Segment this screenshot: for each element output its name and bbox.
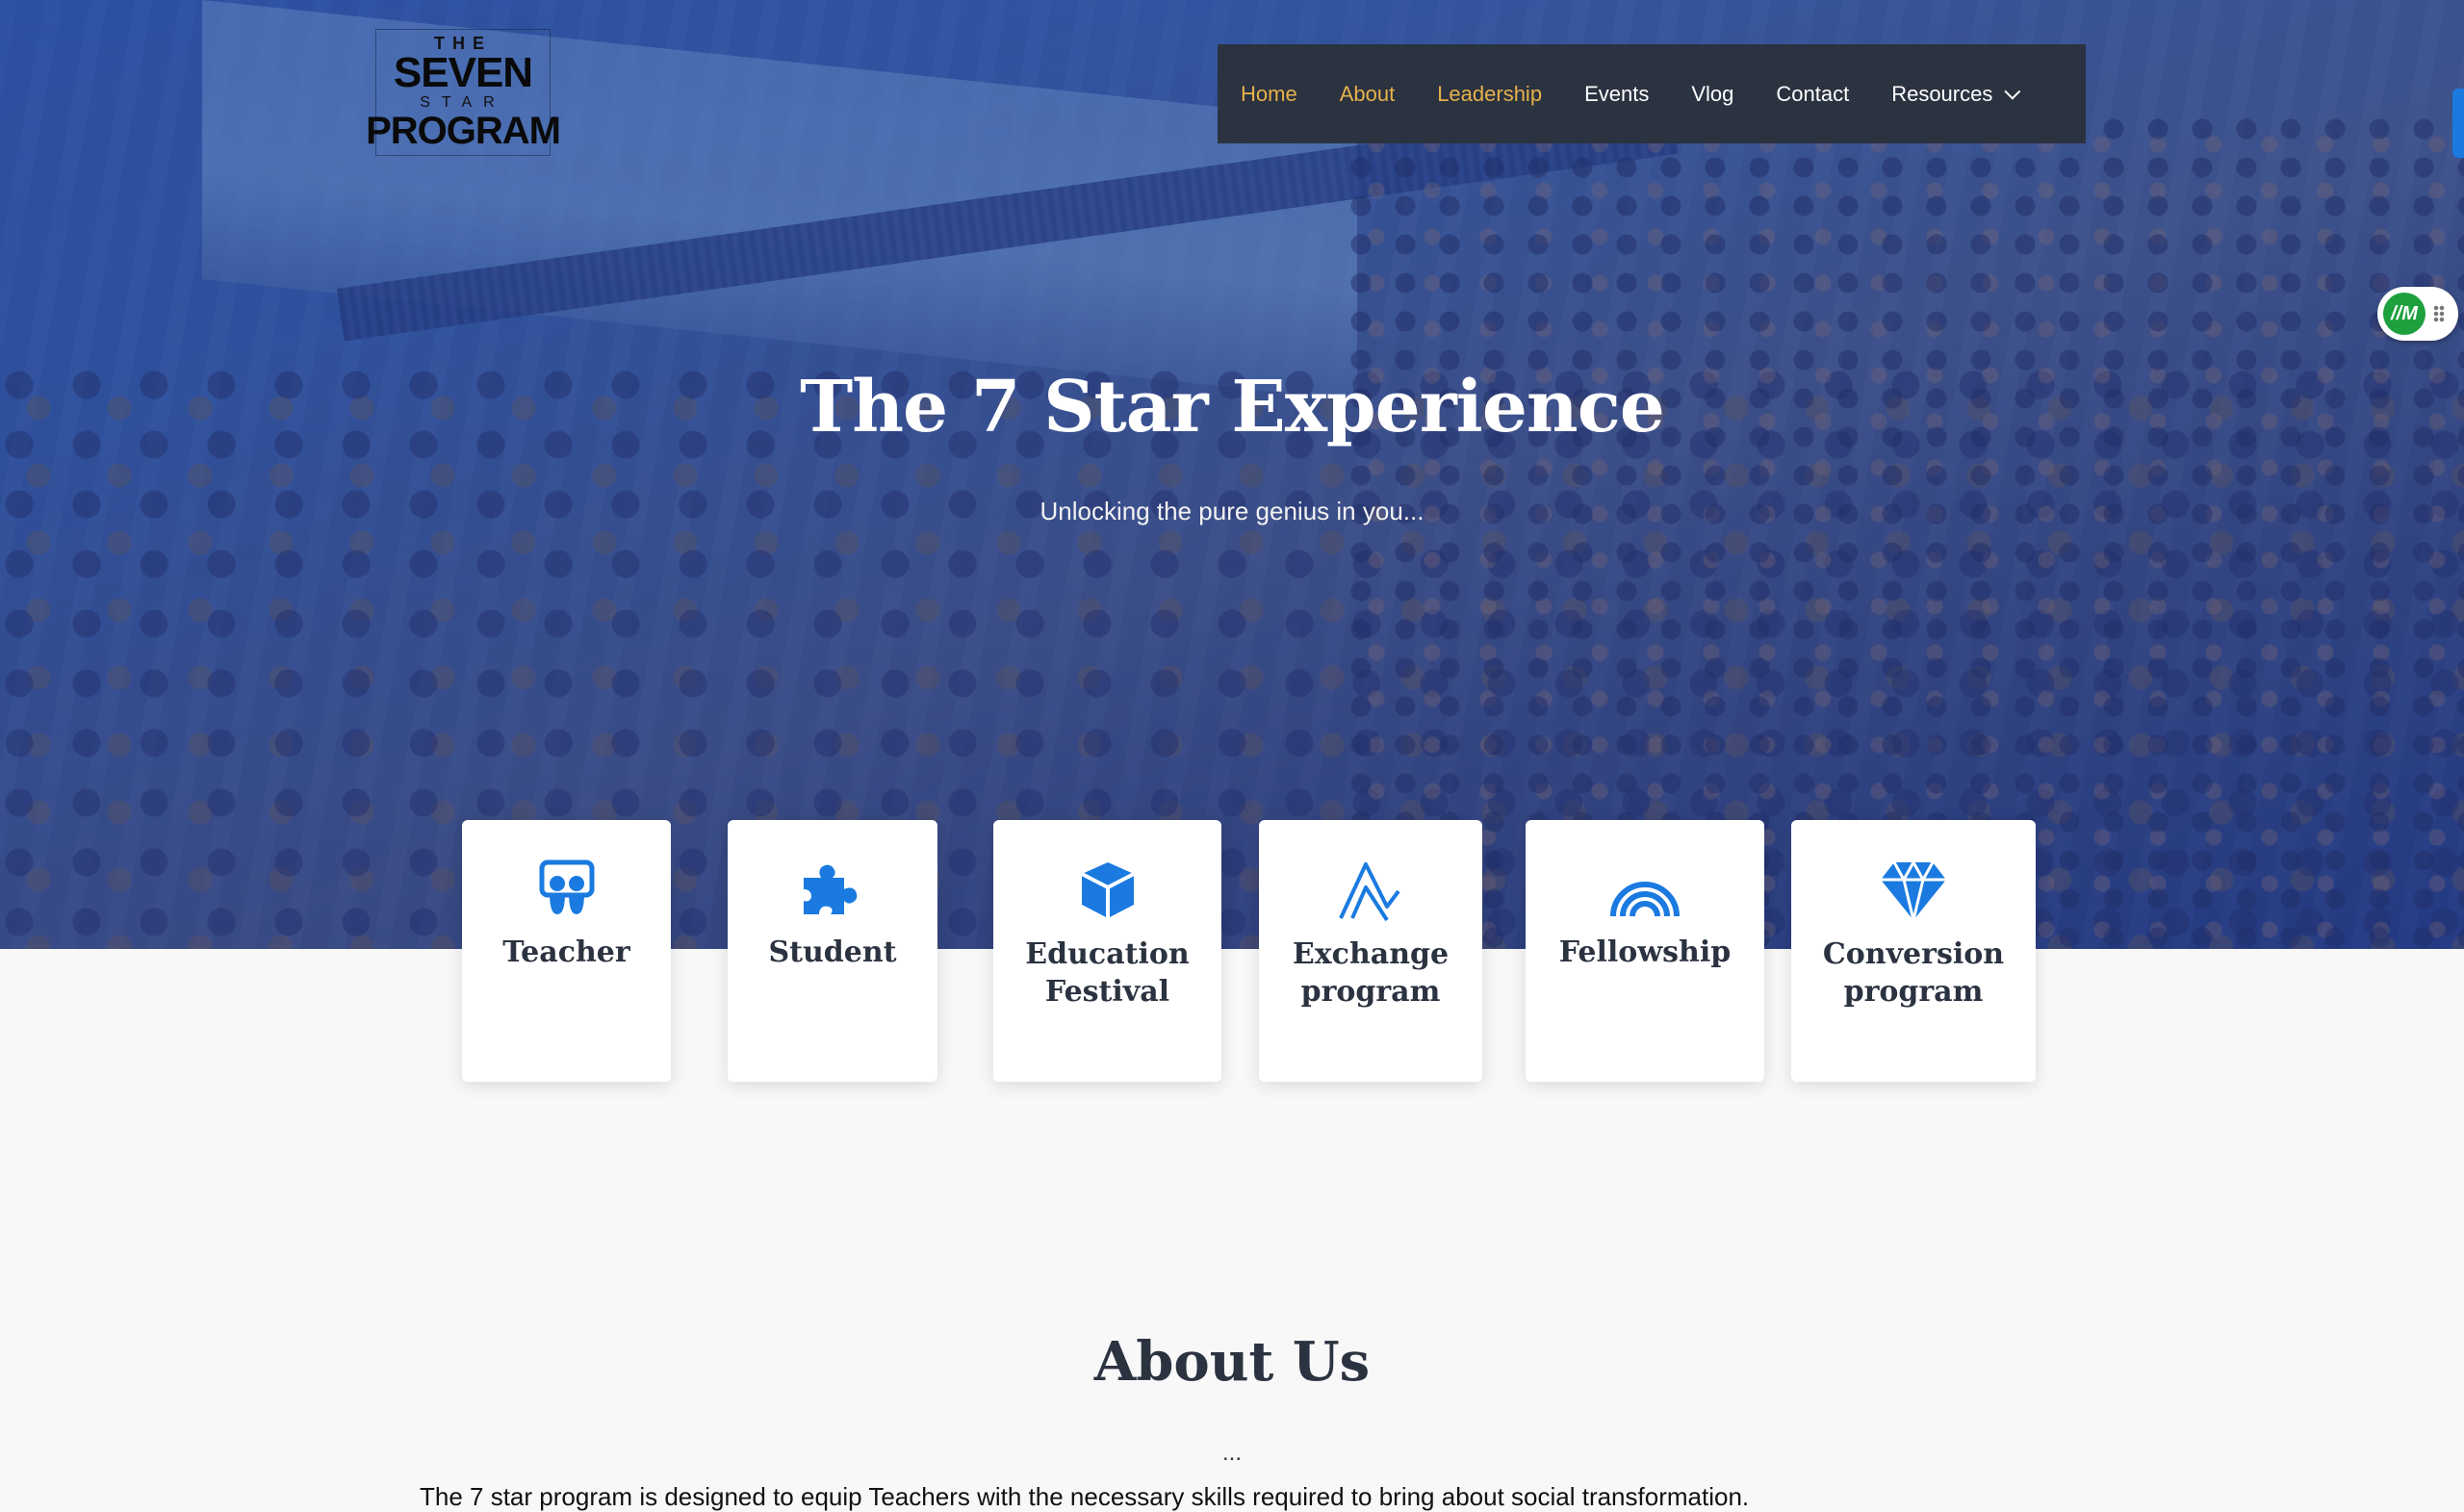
slideshare-icon <box>539 859 594 914</box>
chevron-down-icon <box>2004 83 2021 100</box>
program-card-education-festival[interactable]: Education Festival <box>993 820 1221 1082</box>
program-card-teacher[interactable]: Teacher <box>462 820 671 1082</box>
nav-item-home[interactable]: Home <box>1241 82 1297 107</box>
program-card-label: Teacher <box>502 935 630 969</box>
drag-handle-icon[interactable] <box>2433 305 2445 322</box>
hero-title: The 7 Star Experience <box>800 366 1665 448</box>
nav-item-about[interactable]: About <box>1340 82 1396 107</box>
program-card-label: Student <box>768 935 897 969</box>
program-card-label: Education Festival <box>1025 937 1190 1009</box>
puzzle-icon <box>804 864 858 914</box>
about-text: The 7 star program is designed to equip … <box>420 1482 1750 1511</box>
logo-line-program: PROGRAM <box>366 110 561 152</box>
diamond-icon <box>1881 859 1946 921</box>
logo-line-seven: SEVEN <box>393 49 533 96</box>
hero-subtitle: Unlocking the pure genius in you... <box>1040 497 1424 525</box>
program-card-label: Exchange program <box>1292 937 1450 1009</box>
nav-item-resources-label: Resources <box>1891 81 1993 106</box>
nav-item-resources[interactable]: Resources <box>1891 81 2021 107</box>
side-tab-handle[interactable] <box>2452 89 2464 158</box>
nav-item-events[interactable]: Events <box>1584 82 1649 107</box>
floating-widget[interactable]: //M <box>2377 287 2458 341</box>
about-divider: ... <box>1221 1440 1242 1466</box>
main-nav: Home About Leadership Events Vlog Contac… <box>1218 44 2086 143</box>
site-logo[interactable]: THE SEVEN STAR PROGRAM <box>366 29 561 156</box>
program-card-label: Conversion program <box>1822 937 2005 1009</box>
program-card-fellowship[interactable]: Fellowship <box>1526 820 1764 1082</box>
cube-icon <box>1080 862 1135 918</box>
widget-badge-icon: //M <box>2383 293 2426 335</box>
about-heading: About Us <box>1093 1330 1371 1394</box>
nav-item-contact[interactable]: Contact <box>1776 82 1849 107</box>
rainbow-icon <box>1610 882 1680 917</box>
program-card-label: Fellowship <box>1558 935 1732 969</box>
program-card-conversion-program[interactable]: Conversion program <box>1791 820 2036 1082</box>
zigzag-icon <box>1339 862 1400 922</box>
hero-banner: THE SEVEN STAR PROGRAM Home About Leader… <box>0 0 2464 949</box>
nav-item-leadership[interactable]: Leadership <box>1437 82 1542 107</box>
program-card-exchange-program[interactable]: Exchange program <box>1259 820 1482 1082</box>
program-card-student[interactable]: Student <box>728 820 937 1082</box>
nav-item-vlog[interactable]: Vlog <box>1691 82 1733 107</box>
